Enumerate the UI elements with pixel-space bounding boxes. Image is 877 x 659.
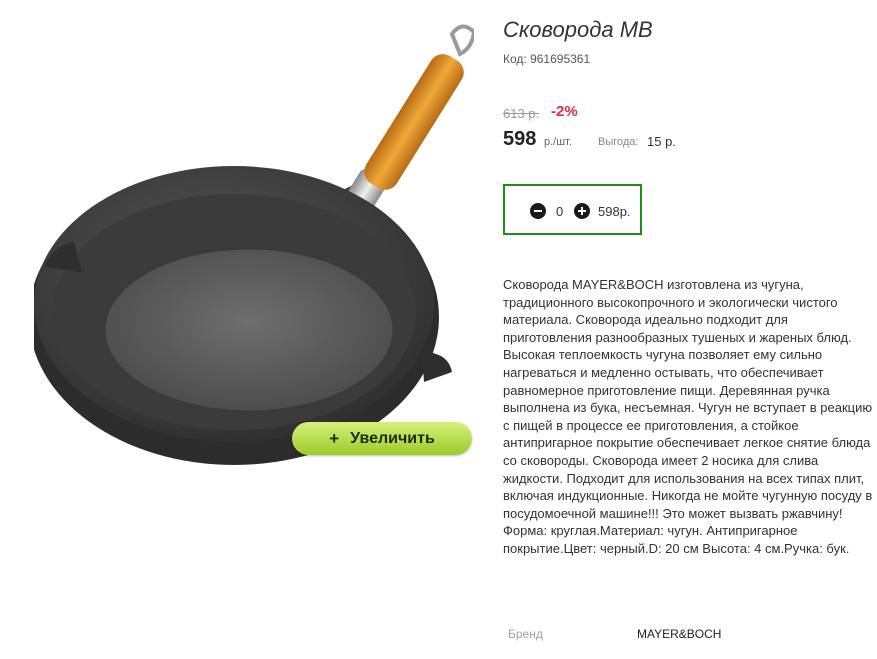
price-unit: р./шт. <box>544 136 572 148</box>
plus-circle-icon[interactable] <box>574 203 590 219</box>
quantity-value: 0 <box>556 204 564 219</box>
zoom-button[interactable]: + Увеличить <box>292 422 472 455</box>
brand-label: Бренд <box>508 627 543 641</box>
quantity-stepper: 0 598р. <box>503 184 642 235</box>
quantity-total: 598р. <box>598 204 631 219</box>
plus-icon: + <box>329 428 340 448</box>
savings-label: Выгода: <box>598 136 639 148</box>
brand-value: MAYER&BOCH <box>637 627 722 641</box>
product-image[interactable] <box>34 12 474 467</box>
minus-circle-icon[interactable] <box>530 203 546 219</box>
product-title: Сковорода MB <box>503 17 653 42</box>
current-price: 598 <box>503 128 537 150</box>
discount-badge: -2% <box>551 103 578 120</box>
product-image-area[interactable]: + Увеличить <box>34 12 474 467</box>
savings-value: 15 р. <box>647 134 676 149</box>
old-price: 613 р. <box>503 106 540 121</box>
zoom-button-label: Увеличить <box>350 429 435 447</box>
product-sku: Код: 961695361 <box>503 52 591 66</box>
product-description: Сковорода MAYER&BOCH изготовлена из чугу… <box>503 277 873 556</box>
